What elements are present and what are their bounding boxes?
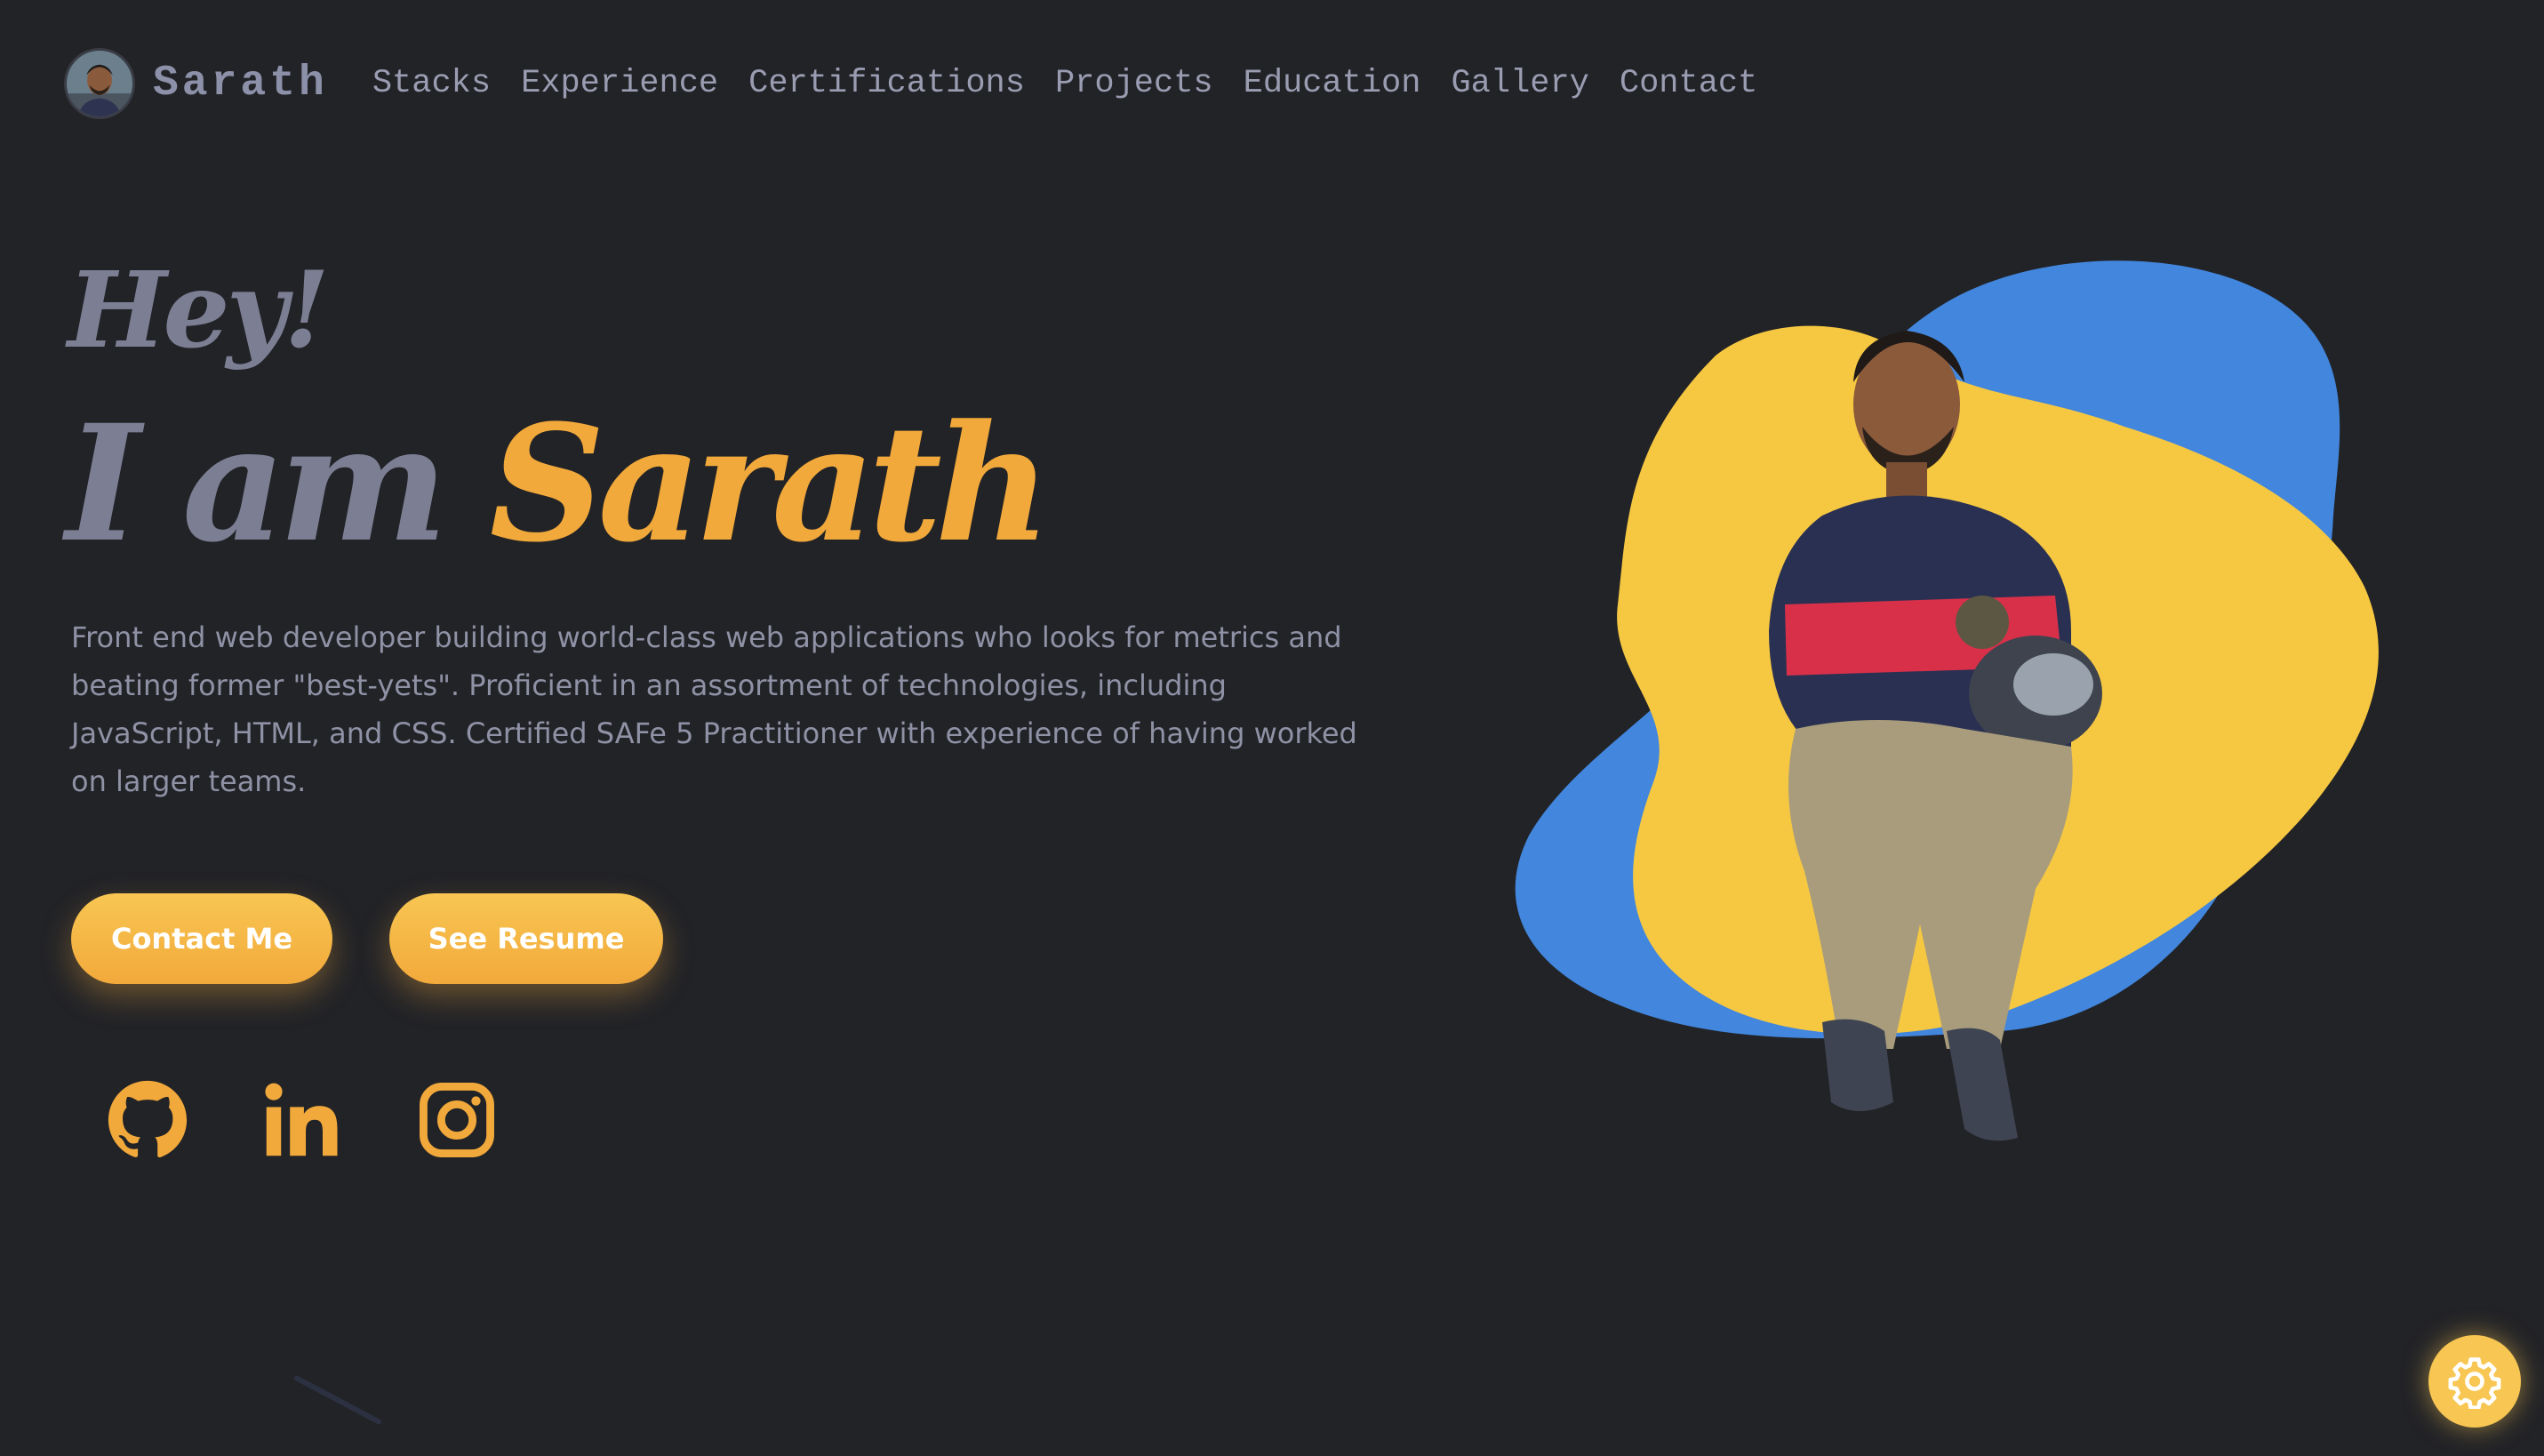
- github-link[interactable]: [105, 1077, 190, 1163]
- settings-button[interactable]: [2428, 1335, 2521, 1428]
- decorative-streak: [293, 1374, 382, 1426]
- avatar[interactable]: [64, 48, 135, 119]
- nav-link-experience[interactable]: Experience: [521, 65, 718, 102]
- nav-link-contact[interactable]: Contact: [1620, 65, 1757, 102]
- nav-link-stacks[interactable]: Stacks: [372, 65, 491, 102]
- instagram-link[interactable]: [414, 1077, 500, 1163]
- hero-greeting: Hey!: [68, 248, 330, 372]
- linkedin-link[interactable]: [260, 1077, 345, 1163]
- contact-me-button[interactable]: Contact Me: [71, 893, 332, 984]
- nav-link-gallery[interactable]: Gallery: [1451, 65, 1588, 102]
- nav-link-education[interactable]: Education: [1244, 65, 1421, 102]
- linkedin-icon: [265, 1083, 338, 1156]
- nav-links: Stacks Experience Certifications Project…: [372, 65, 1788, 102]
- gear-icon: [2448, 1357, 2501, 1409]
- hero-portrait: [1502, 249, 2462, 1209]
- hero-title: I am Sarath: [66, 404, 1052, 564]
- hero-bio: Front end web developer building world-c…: [71, 620, 1357, 798]
- avatar-image: [67, 51, 132, 116]
- brand-name[interactable]: Sarath: [153, 60, 328, 108]
- github-icon: [108, 1080, 188, 1158]
- see-resume-button[interactable]: See Resume: [389, 893, 663, 984]
- person-shoe-right: [1947, 1028, 2018, 1141]
- nav-link-certifications[interactable]: Certifications: [748, 65, 1025, 102]
- hero-title-prefix: I am: [66, 390, 448, 578]
- portrait-illustration: [1515, 260, 2379, 1141]
- nav-link-projects[interactable]: Projects: [1055, 65, 1213, 102]
- person-shoe-left: [1822, 1019, 1893, 1111]
- hero-title-name: Sarath: [489, 390, 1052, 578]
- top-navigation: Sarath Stacks Experience Certifications …: [64, 46, 1788, 121]
- instagram-icon: [420, 1083, 494, 1157]
